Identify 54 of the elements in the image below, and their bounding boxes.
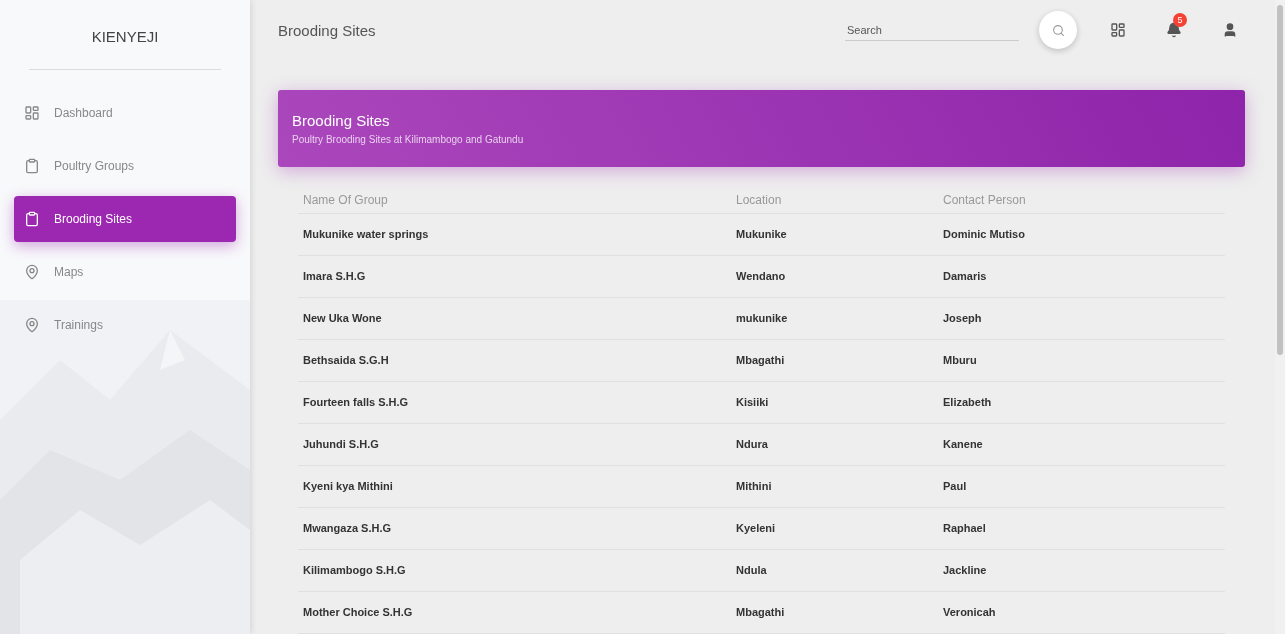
search-icon: [1051, 23, 1065, 37]
table-cell-text: Paul: [943, 479, 968, 494]
sidebar-item[interactable]: Poultry Groups: [14, 143, 236, 189]
notifications-button[interactable]: 5: [1159, 15, 1189, 45]
search-field[interactable]: Search: [845, 19, 1019, 41]
table-cell-text: Juhundi S.H.G: [303, 437, 380, 452]
sidebar-item[interactable]: Maps: [14, 249, 236, 295]
table-cell-text: Kyeleni: [736, 521, 777, 536]
table-cell-text: Mbagathi: [736, 605, 786, 620]
dashboard-icon: [1110, 22, 1126, 38]
page-title: Brooding Sites: [278, 21, 377, 39]
table-cell-text: Mukunike: [736, 227, 788, 242]
table-cell-text: Mburu: [943, 353, 978, 368]
sidebar-item[interactable]: Dashboard: [14, 90, 236, 136]
table-cell-text: Dominic Mutiso: [943, 227, 1026, 242]
table-cell-text: Kanene: [943, 437, 984, 452]
table-cell-text: Mukunike water springs: [303, 227, 430, 242]
table-cell-text: Elizabeth: [943, 395, 993, 410]
card-title: Brooding Sites: [292, 112, 391, 129]
table-cell-text: New Uka Wone: [303, 311, 383, 326]
table-cell-text: Kyeni kya Mithini: [303, 479, 394, 494]
table-cell-text: Wendano: [736, 269, 787, 284]
table-cell-text: Joseph: [943, 311, 983, 326]
table-cell-text: Damaris: [943, 269, 988, 284]
table-cell-text: Raphael: [943, 521, 987, 536]
sidebar-item[interactable]: Brooding Sites: [14, 196, 236, 242]
table-cell-text: Mbagathi: [736, 353, 786, 368]
table-cell-text: Jackline: [943, 563, 988, 578]
table-cell-text: Mwangaza S.H.G: [303, 521, 393, 536]
table-cell-text: mukunike: [736, 311, 789, 326]
sidebar-item[interactable]: Trainings: [14, 302, 236, 348]
notification-badge: 5: [1173, 13, 1187, 27]
column-header: Location: [736, 192, 783, 209]
table-cell-text: Mother Choice S.H.G: [303, 605, 414, 620]
table-cell-text: Mithini: [736, 479, 773, 494]
clipboard-icon: [24, 211, 40, 227]
column-header: Contact Person: [943, 192, 1027, 209]
card-subtitle: Poultry Brooding Sites at Kilimambogo and Gatundu: [292, 134, 525, 145]
bell-icon: [1166, 22, 1182, 38]
table-cell-text: Fourteen falls S.H.G: [303, 395, 410, 410]
table-cell-text: Veronicah: [943, 605, 997, 620]
map-pin-icon: [24, 317, 40, 333]
table-cell-text: Kisiiki: [736, 395, 770, 410]
dashboard-icon: [24, 105, 40, 121]
table-cell-text: Imara S.H.G: [303, 269, 367, 284]
column-header: Name Of Group: [303, 192, 389, 209]
table-cell-text: Bethsaida S.G.H: [303, 353, 390, 368]
table-cell-text: Ndula: [736, 563, 768, 578]
map-pin-icon: [24, 264, 40, 280]
table-cell-text: Kilimambogo S.H.G: [303, 563, 407, 578]
person-icon: [1222, 22, 1238, 38]
clipboard-icon: [24, 158, 40, 174]
table-cell-text: Ndura: [736, 437, 769, 452]
app-logo: KIENYEJI: [29, 0, 221, 70]
